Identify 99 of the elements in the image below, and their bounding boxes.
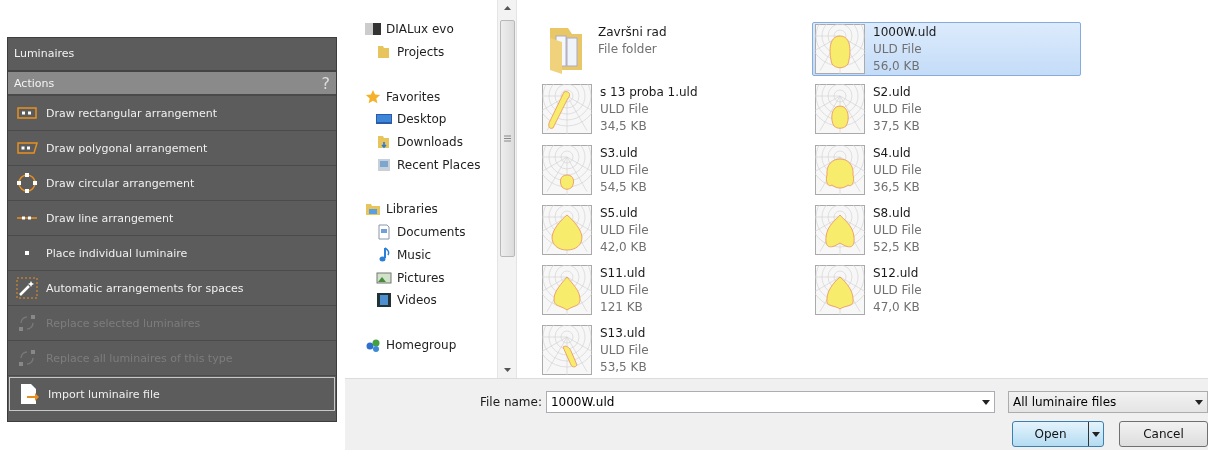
file-item[interactable]: s 13 proba 1.uld ULD File 34,5 KB <box>539 82 808 137</box>
nav-item[interactable]: DIALux evo <box>365 18 497 41</box>
file-type: ULD File <box>600 101 650 119</box>
file-name: S5.uld <box>600 204 639 222</box>
file-item[interactable]: S2.uld ULD File 37,5 KB <box>812 82 1081 137</box>
cancel-button[interactable]: Cancel <box>1119 421 1208 447</box>
dropdown-caret-icon <box>1195 399 1203 405</box>
dropdown-caret-icon <box>1092 431 1100 437</box>
light-distribution-thumbnail <box>542 144 592 195</box>
action-item[interactable]: Place individual luminaire <box>8 236 336 271</box>
picture-icon <box>376 269 392 286</box>
light-distribution-thumbnail <box>542 204 592 255</box>
file-size: 52,5 KB <box>873 238 921 256</box>
file-name: 1000W.uld <box>873 24 937 41</box>
file-type: ULD File <box>873 41 923 58</box>
file-name: S11.uld <box>600 265 647 283</box>
file-name: S12.uld <box>873 265 920 283</box>
light-distribution-thumbnail <box>815 265 865 316</box>
file-type: ULD File <box>873 221 922 239</box>
light-distribution-thumbnail <box>815 204 865 255</box>
file-item[interactable]: S5.uld ULD File 42,0 KB <box>539 202 808 257</box>
file-size: 121 KB <box>600 299 644 317</box>
nav-item[interactable]: Recent Places <box>365 153 497 177</box>
light-distribution-thumbnail <box>542 84 592 135</box>
scrollbar[interactable] <box>497 0 516 378</box>
file-name: S4.uld <box>873 144 912 162</box>
file-type: ULD File <box>600 221 649 239</box>
light-distribution-thumbnail <box>542 265 592 316</box>
action-item[interactable]: Import luminaire file <box>9 377 335 411</box>
file-type: File folder <box>598 41 658 58</box>
file-type: ULD File <box>873 282 922 300</box>
point-icon <box>25 251 29 255</box>
open-button[interactable]: Open <box>1012 421 1104 447</box>
line-arrangement-icon <box>16 216 38 220</box>
import-file-icon <box>18 383 40 405</box>
action-item[interactable]: Automatic arrangements for spaces <box>8 271 336 306</box>
section-title: Actions <box>14 76 55 90</box>
file-name-field[interactable]: 1000W.uld <box>545 391 995 413</box>
file-name: S8.uld <box>873 204 912 222</box>
replace-icon <box>16 312 38 334</box>
action-item[interactable]: Draw polygonal arrangement <box>8 131 336 166</box>
nav-item[interactable]: Downloads <box>365 130 497 154</box>
file-item[interactable]: 1000W.uld ULD File 56,0 KB <box>812 22 1081 76</box>
file-size: 36,5 KB <box>873 178 921 196</box>
file-name: S3.uld <box>600 144 639 162</box>
file-item[interactable]: S8.uld ULD File 52,5 KB <box>812 202 1081 257</box>
libraries-icon <box>365 201 381 218</box>
nav-item[interactable]: Projects <box>365 40 497 64</box>
file-size: 34,5 KB <box>600 118 648 136</box>
scrollbar-thumb[interactable] <box>499 20 515 257</box>
nav-item[interactable]: Libraries <box>365 198 497 221</box>
nav-item[interactable]: Favorites <box>365 85 497 109</box>
file-item[interactable]: S13.uld ULD File 53,5 KB <box>539 323 808 378</box>
magic-wand-icon <box>16 277 38 299</box>
action-item[interactable]: Draw rectangular arrangement <box>8 96 336 131</box>
action-item[interactable]: Draw circular arrangement <box>8 166 336 201</box>
film-icon <box>376 292 392 309</box>
circle-arrangement-icon <box>16 172 38 194</box>
folder-icon <box>376 44 392 61</box>
nav-item[interactable]: Music <box>365 243 497 267</box>
file-type: ULD File <box>873 101 922 119</box>
light-distribution-thumbnail <box>815 24 865 74</box>
file-size: 56,0 KB <box>873 58 921 75</box>
nav-item[interactable]: Documents <box>365 220 497 244</box>
dropdown-caret-icon <box>981 399 990 405</box>
folder-icon <box>376 134 392 151</box>
scroll-down-icon[interactable] <box>503 368 511 372</box>
replace-icon <box>16 347 38 369</box>
file-size: 42,0 KB <box>600 238 648 256</box>
nav-item[interactable]: Desktop <box>365 108 497 131</box>
file-type: ULD File <box>600 282 649 300</box>
file-name: Završni rad <box>598 24 667 41</box>
light-distribution-thumbnail <box>815 144 865 195</box>
file-size: 53,5 KB <box>600 359 648 377</box>
file-item[interactable]: Završni rad File folder <box>539 22 808 76</box>
file-item[interactable]: S12.uld ULD File 47,0 KB <box>812 263 1081 318</box>
file-type: ULD File <box>600 342 649 360</box>
file-size: 37,5 KB <box>873 118 921 136</box>
field-label: File name: <box>480 395 542 409</box>
file-type: ULD File <box>873 161 922 179</box>
file-size: 54,5 KB <box>600 178 648 196</box>
file-type: ULD File <box>600 161 649 179</box>
scroll-up-icon[interactable] <box>503 6 511 10</box>
file-item[interactable]: S4.uld ULD File 36,5 KB <box>812 142 1081 197</box>
grip-icon <box>503 135 511 142</box>
file-name: S13.uld <box>600 325 647 343</box>
file-size: 47,0 KB <box>873 299 921 317</box>
star-icon <box>365 88 381 105</box>
nav-item[interactable]: Videos <box>365 288 497 312</box>
light-distribution-thumbnail <box>815 84 865 135</box>
file-name: S2.uld <box>873 84 912 102</box>
nav-item[interactable]: Homegroup <box>365 333 497 357</box>
file-type-dropdown[interactable]: All luminaire files <box>1007 391 1208 413</box>
file-name: s 13 proba 1.uld <box>600 84 698 102</box>
file-item[interactable]: S3.uld ULD File 54,5 KB <box>539 142 808 197</box>
file-item[interactable]: S11.uld ULD File 121 KB <box>539 263 808 318</box>
nav-item[interactable]: Pictures <box>365 266 497 289</box>
document-icon <box>376 224 392 241</box>
action-item[interactable]: Draw line arrangement <box>8 201 336 236</box>
